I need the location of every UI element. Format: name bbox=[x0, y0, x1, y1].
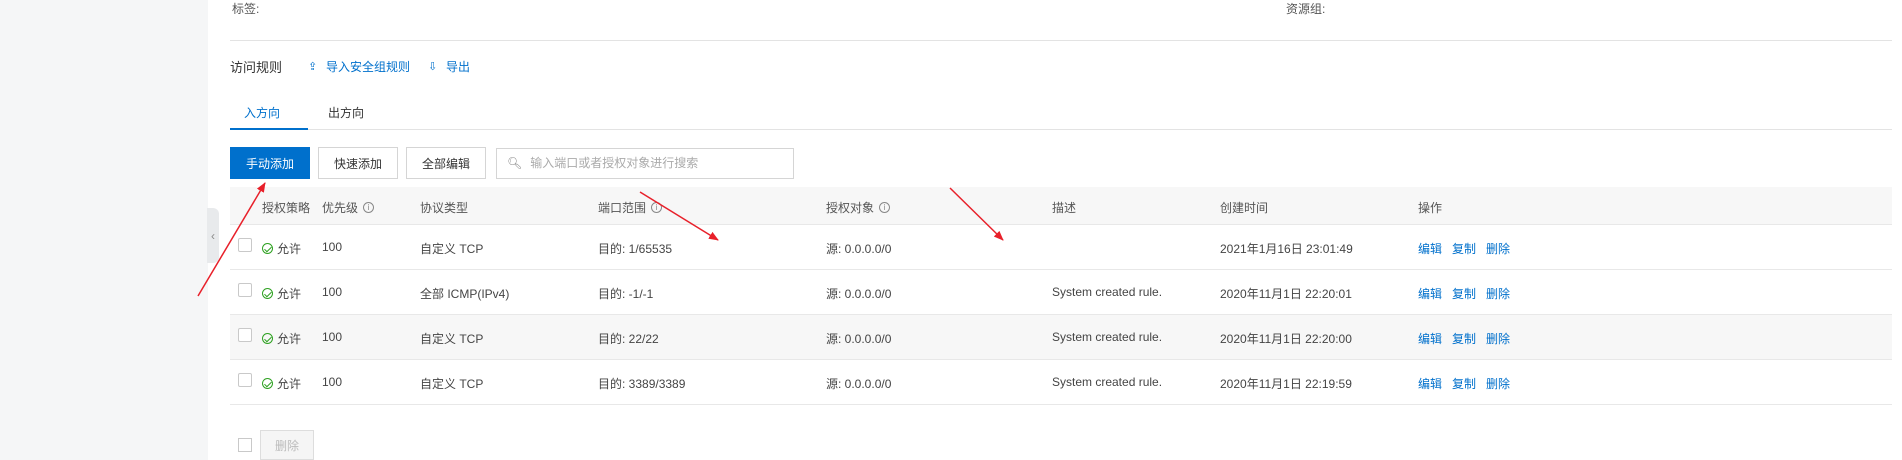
row-checkbox[interactable] bbox=[238, 283, 252, 297]
actions-cell: 编辑 复制 删除 bbox=[1418, 240, 1520, 257]
check-circle-icon bbox=[262, 243, 273, 254]
section-title: 访问规则 bbox=[230, 59, 283, 75]
select-all-checkbox[interactable] bbox=[238, 438, 252, 452]
col-object: 授权对象 i bbox=[826, 199, 891, 216]
object-cell: 源: 0.0.0.0/0 bbox=[826, 242, 892, 256]
active-tab-indicator bbox=[230, 128, 308, 130]
actions-cell: 编辑 复制 删除 bbox=[1418, 330, 1520, 347]
upload-icon: ⇪ bbox=[308, 60, 318, 73]
manual-add-button[interactable]: 手动添加 bbox=[230, 147, 311, 179]
policy-cell: 允许 bbox=[262, 330, 301, 347]
import-rules-link[interactable]: ⇪ 导入安全组规则 bbox=[308, 58, 410, 75]
priority-cell: 100 bbox=[322, 330, 343, 344]
search-icon: 🔍︎ bbox=[507, 156, 523, 170]
delete-link[interactable]: 删除 bbox=[1486, 377, 1510, 391]
actions-cell: 编辑 复制 删除 bbox=[1418, 375, 1520, 392]
tab-outbound[interactable]: 出方向 bbox=[328, 104, 364, 121]
left-sidebar bbox=[0, 0, 208, 460]
download-icon: ⇩ bbox=[428, 60, 438, 73]
priority-cell: 100 bbox=[322, 285, 343, 299]
row-checkbox[interactable] bbox=[238, 373, 252, 387]
delete-link[interactable]: 删除 bbox=[1486, 287, 1510, 301]
copy-link[interactable]: 复制 bbox=[1452, 242, 1476, 256]
protocol-cell: 自定义 TCP bbox=[420, 242, 484, 256]
col-created: 创建时间 bbox=[1220, 201, 1269, 215]
policy-cell: 允许 bbox=[262, 240, 301, 257]
table-footer: 删除 bbox=[230, 430, 315, 460]
table-row: 允许 100 自定义 TCP 目的: 22/22 源: 0.0.0.0/0 Sy… bbox=[230, 315, 1892, 360]
search-input[interactable] bbox=[530, 156, 781, 170]
toolbar: 手动添加 快速添加 全部编辑 🔍︎ bbox=[230, 147, 795, 179]
edit-link[interactable]: 编辑 bbox=[1418, 287, 1442, 301]
priority-cell: 100 bbox=[322, 375, 343, 389]
policy-cell: 允许 bbox=[262, 285, 301, 302]
rules-header: 访问规则 ⇪ 导入安全组规则 ⇩ 导出 bbox=[230, 58, 488, 75]
instance-meta: 标签: 资源组: bbox=[230, 0, 1902, 18]
main-content: 标签: 资源组: 访问规则 ⇪ 导入安全组规则 ⇩ 导出 入方向 出方向 手动添… bbox=[230, 0, 1902, 460]
divider bbox=[230, 40, 1892, 41]
tags-label: 标签: bbox=[232, 2, 260, 16]
desc-cell: System created rule. bbox=[1052, 285, 1163, 299]
delete-link[interactable]: 删除 bbox=[1486, 332, 1510, 346]
copy-link[interactable]: 复制 bbox=[1452, 332, 1476, 346]
copy-link[interactable]: 复制 bbox=[1452, 377, 1476, 391]
delete-link[interactable]: 删除 bbox=[1486, 242, 1510, 256]
protocol-cell: 自定义 TCP bbox=[420, 377, 484, 391]
created-cell: 2020年11月1日 22:19:59 bbox=[1220, 377, 1352, 391]
rules-table: 授权策略 优先级 i 协议类型 端口范围 i 授权对象 i 描述 创建时间 操作 允许… bbox=[230, 187, 1892, 405]
chevron-left-icon: ‹ bbox=[211, 228, 215, 243]
col-policy: 授权策略 bbox=[262, 201, 311, 215]
protocol-cell: 全部 ICMP(IPv4) bbox=[420, 287, 510, 301]
edit-all-button[interactable]: 全部编辑 bbox=[406, 147, 487, 179]
row-checkbox[interactable] bbox=[238, 238, 252, 252]
check-circle-icon bbox=[262, 333, 273, 344]
object-cell: 源: 0.0.0.0/0 bbox=[826, 377, 892, 391]
check-circle-icon bbox=[262, 288, 273, 299]
edit-link[interactable]: 编辑 bbox=[1418, 377, 1442, 391]
info-icon[interactable]: i bbox=[363, 202, 375, 213]
col-port: 端口范围 i bbox=[598, 199, 663, 216]
info-icon[interactable]: i bbox=[651, 202, 663, 213]
table-row: 允许 100 全部 ICMP(IPv4) 目的: -1/-1 源: 0.0.0.… bbox=[230, 270, 1892, 315]
edit-link[interactable]: 编辑 bbox=[1418, 242, 1442, 256]
col-actions: 操作 bbox=[1418, 201, 1443, 215]
bulk-delete-button[interactable]: 删除 bbox=[260, 430, 315, 460]
sidebar-collapse-handle[interactable]: ‹ bbox=[207, 208, 219, 263]
col-desc: 描述 bbox=[1052, 201, 1077, 215]
port-cell: 目的: 1/65535 bbox=[598, 242, 673, 256]
object-cell: 源: 0.0.0.0/0 bbox=[826, 287, 892, 301]
col-protocol: 协议类型 bbox=[420, 201, 469, 215]
created-cell: 2020年11月1日 22:20:01 bbox=[1220, 287, 1352, 301]
created-cell: 2021年1月16日 23:01:49 bbox=[1220, 242, 1353, 256]
edit-link[interactable]: 编辑 bbox=[1418, 332, 1442, 346]
search-field[interactable]: 🔍︎ bbox=[496, 147, 795, 179]
created-cell: 2020年11月1日 22:20:00 bbox=[1220, 332, 1352, 346]
row-checkbox[interactable] bbox=[238, 328, 252, 342]
desc-cell: System created rule. bbox=[1052, 330, 1163, 344]
info-icon[interactable]: i bbox=[879, 202, 891, 213]
table-header: 授权策略 优先级 i 协议类型 端口范围 i 授权对象 i 描述 创建时间 操作 bbox=[230, 187, 1892, 225]
tab-inbound[interactable]: 入方向 bbox=[244, 104, 280, 121]
priority-cell: 100 bbox=[322, 240, 343, 254]
port-cell: 目的: 22/22 bbox=[598, 332, 659, 346]
col-priority: 优先级 i bbox=[322, 199, 375, 216]
port-cell: 目的: -1/-1 bbox=[598, 287, 654, 301]
quick-add-button[interactable]: 快速添加 bbox=[318, 147, 399, 179]
actions-cell: 编辑 复制 删除 bbox=[1418, 285, 1520, 302]
export-link[interactable]: ⇩ 导出 bbox=[428, 58, 470, 75]
table-row: 允许 100 自定义 TCP 目的: 1/65535 源: 0.0.0.0/0 … bbox=[230, 225, 1892, 270]
direction-tabs: 入方向 出方向 bbox=[230, 98, 1892, 130]
object-cell: 源: 0.0.0.0/0 bbox=[826, 332, 892, 346]
port-cell: 目的: 3389/3389 bbox=[598, 377, 686, 391]
protocol-cell: 自定义 TCP bbox=[420, 332, 484, 346]
check-circle-icon bbox=[262, 378, 273, 389]
copy-link[interactable]: 复制 bbox=[1452, 287, 1476, 301]
desc-cell: System created rule. bbox=[1052, 375, 1163, 389]
policy-cell: 允许 bbox=[262, 375, 301, 392]
resource-group-label: 资源组: bbox=[1286, 2, 1326, 16]
table-row: 允许 100 自定义 TCP 目的: 3389/3389 源: 0.0.0.0/… bbox=[230, 360, 1892, 405]
